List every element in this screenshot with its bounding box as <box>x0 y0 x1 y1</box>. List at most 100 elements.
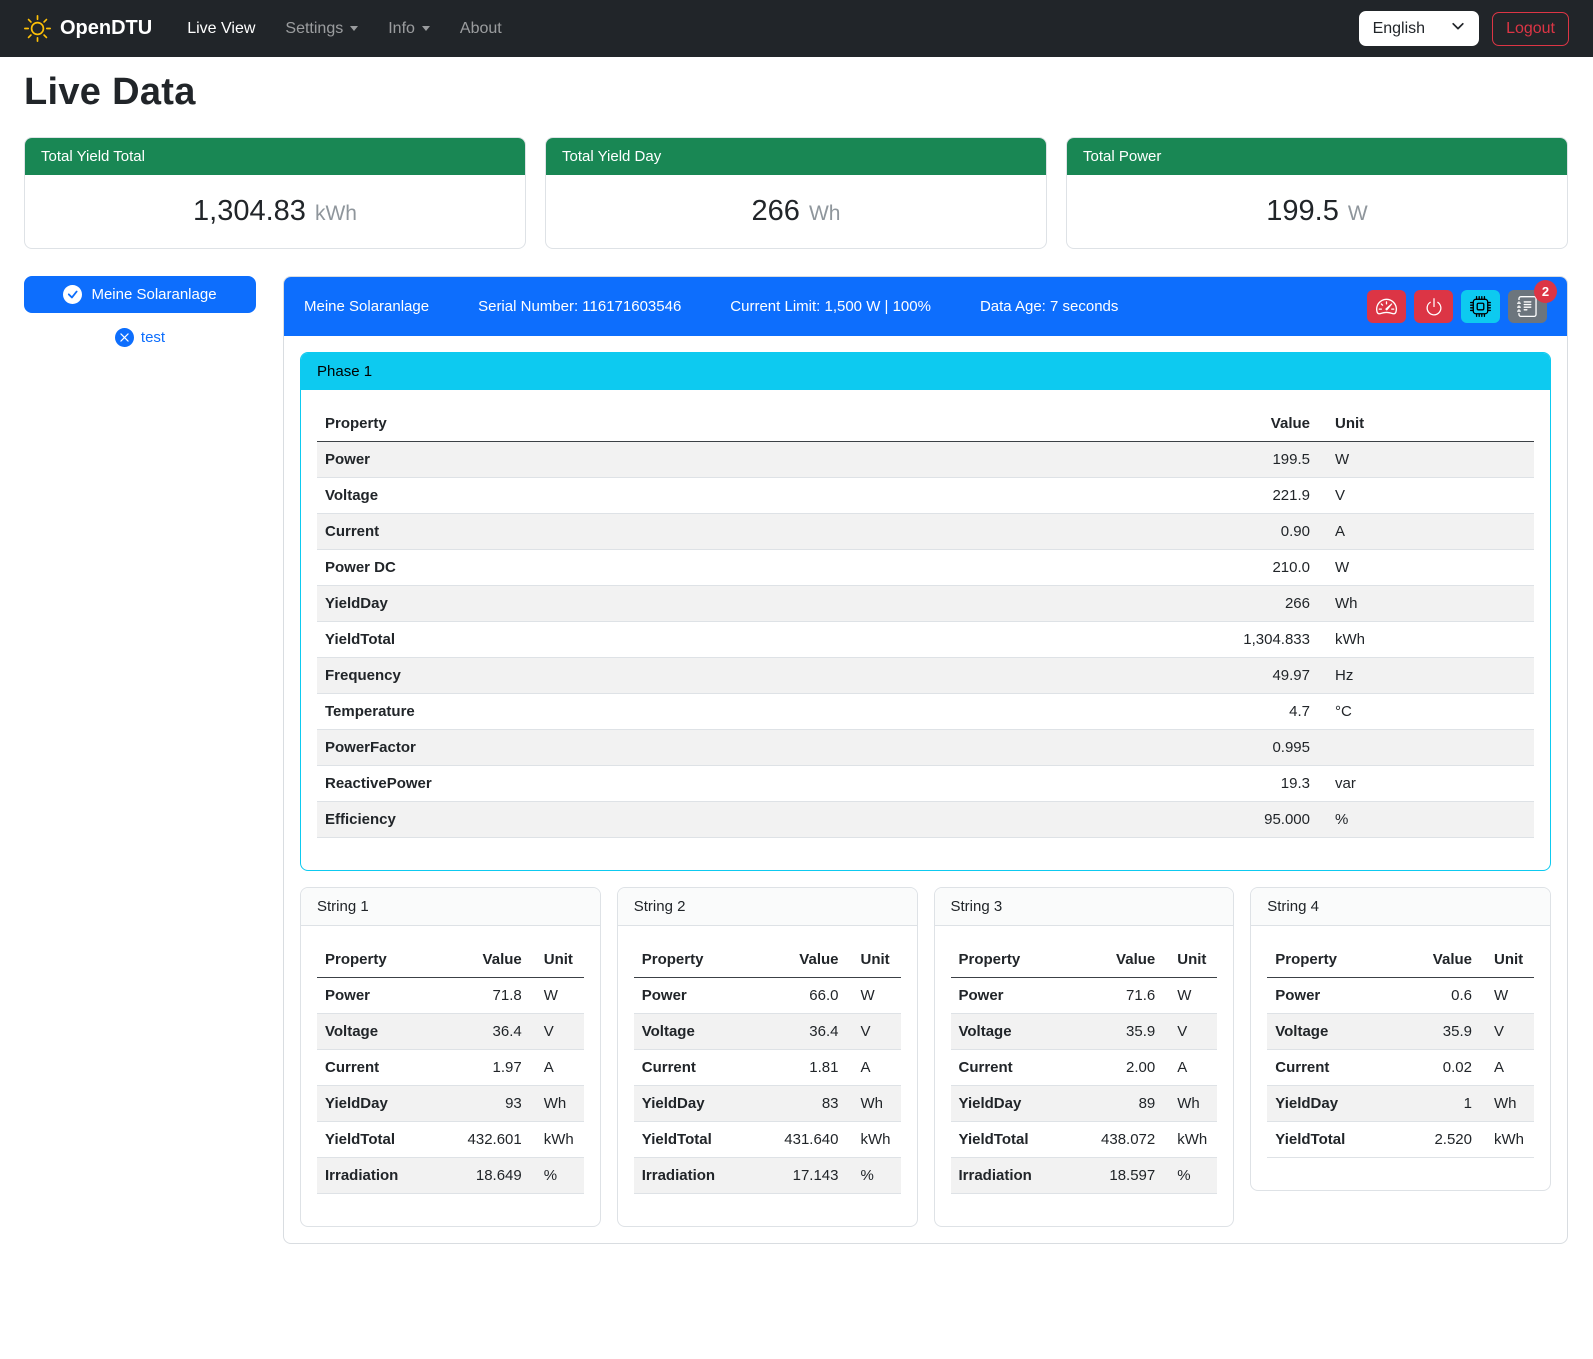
unit-cell: W <box>847 978 901 1014</box>
value-cell: 210.0 <box>1188 550 1318 586</box>
card-title: Total Power <box>1067 138 1567 175</box>
value-cell: 35.9 <box>1397 1014 1480 1050</box>
string-title: String 3 <box>935 888 1234 926</box>
unit-cell: A <box>847 1050 901 1086</box>
caret-down-icon <box>422 26 430 35</box>
string-3-card: String 3 Property Value Unit Power71.6WV… <box>934 887 1235 1227</box>
unit-cell: % <box>1318 802 1534 838</box>
column-header-property: Property <box>317 406 1188 442</box>
inverter-select-link-test[interactable]: test <box>24 328 256 347</box>
property-cell: Efficiency <box>317 802 1188 838</box>
string-4-table: Property Value Unit Power0.6WVoltage35.9… <box>1267 942 1534 1158</box>
navbar-right: English Logout <box>1359 11 1569 46</box>
value-cell: 19.3 <box>1188 766 1318 802</box>
value-cell: 89 <box>1070 1086 1164 1122</box>
property-cell: Power <box>1267 978 1397 1014</box>
sun-icon <box>24 15 51 42</box>
value-cell: 221.9 <box>1188 478 1318 514</box>
strings-row: String 1 Property Value Unit Power71.8WV… <box>300 887 1551 1227</box>
language-value: English <box>1373 20 1425 38</box>
check-circle-icon <box>63 285 82 304</box>
property-cell: Power <box>951 978 1070 1014</box>
unit-cell: V <box>1480 1014 1534 1050</box>
unit-cell: Wh <box>1163 1086 1217 1122</box>
power-icon <box>1424 297 1444 317</box>
inverter-data-age: Data Age: 7 seconds <box>980 298 1118 315</box>
limit-settings-button[interactable] <box>1367 290 1406 323</box>
page-title: Live Data <box>24 71 1568 114</box>
event-log-button[interactable]: 2 <box>1508 290 1547 323</box>
column-header-value: Value <box>436 942 530 978</box>
property-cell: Voltage <box>634 1014 753 1050</box>
nav-item-about[interactable]: About <box>445 12 517 46</box>
device-info-button[interactable] <box>1461 290 1500 323</box>
property-cell: Voltage <box>317 1014 436 1050</box>
table-row: YieldDay93Wh <box>317 1086 584 1122</box>
table-row: YieldTotal1,304.833kWh <box>317 622 1534 658</box>
page-container: Live Data Total Yield Total 1,304.83kWh … <box>0 71 1593 1258</box>
power-button[interactable] <box>1414 290 1453 323</box>
inverter-select-button-meine-solaranlage[interactable]: Meine Solaranlage <box>24 276 256 313</box>
string-3-table: Property Value Unit Power71.6WVoltage35.… <box>951 942 1218 1194</box>
property-cell: Current <box>1267 1050 1397 1086</box>
value-cell: 0.02 <box>1397 1050 1480 1086</box>
value-cell: 18.649 <box>436 1158 530 1194</box>
card-title: Total Yield Total <box>25 138 525 175</box>
column-header-unit: Unit <box>1163 942 1217 978</box>
table-row: YieldDay1Wh <box>1267 1086 1534 1122</box>
value-cell: 1 <box>1397 1086 1480 1122</box>
value-cell: 71.6 <box>1070 978 1164 1014</box>
column-header-value: Value <box>753 942 847 978</box>
column-header-value: Value <box>1188 406 1318 442</box>
property-cell: YieldDay <box>634 1086 753 1122</box>
unit-cell: Wh <box>530 1086 584 1122</box>
inverter-panel-header: Meine Solaranlage Serial Number: 1161716… <box>284 277 1567 336</box>
unit-cell: kWh <box>530 1122 584 1158</box>
table-row: Current2.00A <box>951 1050 1218 1086</box>
unit-cell: °C <box>1318 694 1534 730</box>
value-cell: 266 <box>1188 586 1318 622</box>
table-row: Power199.5W <box>317 442 1534 478</box>
unit-cell: % <box>1163 1158 1217 1194</box>
table-row: Current0.90A <box>317 514 1534 550</box>
table-row: Voltage221.9V <box>317 478 1534 514</box>
table-row: Power66.0W <box>634 978 901 1014</box>
inverter-sidebar: Meine Solaranlage test <box>24 276 256 347</box>
cpu-icon <box>1470 296 1491 317</box>
nav-item-live-view[interactable]: Live View <box>172 12 270 46</box>
value-cell: 1.81 <box>753 1050 847 1086</box>
column-header-value: Value <box>1070 942 1164 978</box>
table-row: Frequency49.97Hz <box>317 658 1534 694</box>
inverter-serial: Serial Number: 116171603546 <box>478 298 681 315</box>
journal-events-icon <box>1517 296 1538 317</box>
table-row: YieldTotal432.601kWh <box>317 1122 584 1158</box>
value-cell: 0.995 <box>1188 730 1318 766</box>
property-cell: YieldDay <box>317 1086 436 1122</box>
table-row: Voltage35.9V <box>951 1014 1218 1050</box>
chevron-down-icon <box>1451 19 1465 38</box>
nav-item-info[interactable]: Info <box>373 12 445 46</box>
property-cell: Power <box>634 978 753 1014</box>
column-header-value: Value <box>1397 942 1480 978</box>
card-unit: W <box>1348 202 1368 225</box>
card-title: Total Yield Day <box>546 138 1046 175</box>
property-cell: Power DC <box>317 550 1188 586</box>
nav-item-settings[interactable]: Settings <box>270 12 373 46</box>
column-header-property: Property <box>317 942 436 978</box>
card-unit: Wh <box>809 202 841 225</box>
column-header-unit: Unit <box>530 942 584 978</box>
string-2-card: String 2 Property Value Unit Power66.0WV… <box>617 887 918 1227</box>
value-cell: 431.640 <box>753 1122 847 1158</box>
property-cell: Current <box>317 1050 436 1086</box>
property-cell: Frequency <box>317 658 1188 694</box>
language-select[interactable]: English <box>1359 11 1479 46</box>
unit-cell: V <box>530 1014 584 1050</box>
table-row: Voltage36.4V <box>317 1014 584 1050</box>
unit-cell: V <box>1163 1014 1217 1050</box>
column-header-unit: Unit <box>847 942 901 978</box>
unit-cell: % <box>530 1158 584 1194</box>
table-row: Power71.8W <box>317 978 584 1014</box>
property-cell: Voltage <box>951 1014 1070 1050</box>
value-cell: 0.90 <box>1188 514 1318 550</box>
logout-button[interactable]: Logout <box>1492 12 1569 46</box>
